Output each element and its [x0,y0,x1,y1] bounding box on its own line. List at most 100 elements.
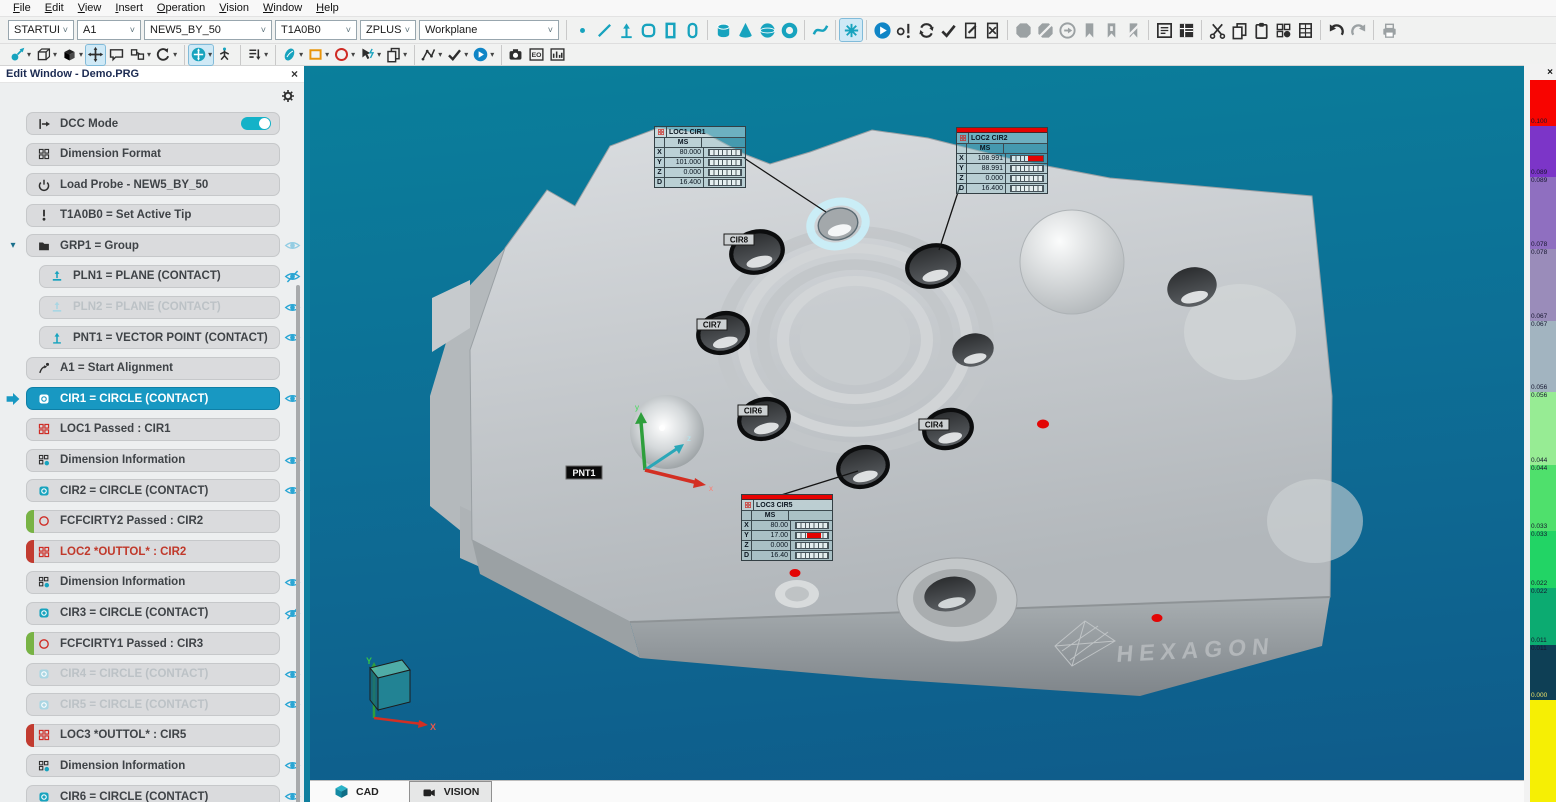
eye-toggle[interactable] [280,452,304,469]
menu-help[interactable]: Help [309,2,346,14]
comment-icon[interactable] [107,45,126,65]
measurement-label-loc3[interactable]: LOC3 CIR5MSX80.00Y17.00Z0.000D16.40 [741,494,833,561]
tab-cad[interactable]: CAD [322,782,391,802]
command-loc1[interactable]: LOC1 Passed : CIR1 [26,418,280,441]
point-tag-pnt1[interactable]: PNT1 [566,466,602,479]
menu-edit[interactable]: Edit [38,2,71,14]
continue-icon[interactable] [1056,19,1078,41]
part-body[interactable] [430,128,1332,696]
camera-icon[interactable] [506,45,525,65]
quick-fix-icon[interactable]: ▾ [358,45,382,65]
command-fcfcirty1[interactable]: FCFCIRTY1 Passed : CIR3 [26,632,280,655]
report-table-icon[interactable] [1175,19,1197,41]
dropdown-a1[interactable]: A1˅ [77,20,141,40]
histogram-icon[interactable] [548,45,567,65]
done-check-icon[interactable] [937,19,959,41]
menu-window[interactable]: Window [256,2,309,14]
line-icon[interactable] [593,19,615,41]
move-probe-icon[interactable]: ▾ [189,45,213,65]
dropdown-new5_by_50[interactable]: NEW5_BY_50˅ [144,20,272,40]
copy-pattern-icon[interactable]: ▾ [384,45,408,65]
eye-toggle[interactable] [280,329,304,346]
feature-tag-cir6[interactable]: CIR6 [738,405,768,416]
point-icon[interactable] [571,19,593,41]
rotate-icon[interactable]: ▾ [154,45,178,65]
command-dimension[interactable]: Dimension Information [26,754,280,777]
dropdown-workplane[interactable]: Workplane˅ [419,20,559,40]
square-slot-icon[interactable] [659,19,681,41]
edit-doc-icon[interactable] [959,19,981,41]
paste-icon[interactable] [1250,19,1272,41]
panel-scrollbar[interactable] [296,285,300,802]
measurement-label-loc2[interactable]: LOC2 CIR2MSX108.991Y88.991Z0.000D16.400 [956,127,1048,194]
copy-icon[interactable] [1228,19,1250,41]
eye-toggle[interactable] [280,482,304,499]
command-a1[interactable]: A1 = Start Alignment [26,357,280,380]
feature-tag-cir8[interactable]: CIR8 [724,234,754,245]
menu-view[interactable]: View [71,2,109,14]
circle-feature-icon[interactable] [637,19,659,41]
confirm-icon[interactable]: ▾ [445,45,469,65]
countersunk-hole[interactable] [775,580,819,608]
stop-icon[interactable] [1012,19,1034,41]
execute-icon[interactable] [871,19,893,41]
menu-file[interactable]: File [6,2,38,14]
marker-skip-icon[interactable] [1122,19,1144,41]
close-icon[interactable]: × [1547,67,1553,78]
cylinder-icon[interactable] [712,19,734,41]
report-eo-icon[interactable]: EO [527,45,546,65]
command-t1a0b0[interactable]: T1A0B0 = Set Active Tip [26,204,280,227]
eye-toggle[interactable] [280,237,304,254]
vector-point-icon[interactable] [615,19,637,41]
eye-toggle[interactable] [280,757,304,774]
measurement-label-loc1[interactable]: LOC1 CIR1MSX80.000Y101.000Z0.000D16.400 [654,126,746,188]
feature-list-icon[interactable]: ▾ [245,45,269,65]
marker-icon[interactable] [1078,19,1100,41]
surface-lobe-icon[interactable]: ▾ [280,45,304,65]
play-small-icon[interactable]: ▾ [471,45,495,65]
execute-feature-icon[interactable] [893,19,915,41]
command-cir4[interactable]: CIR4 = CIRCLE (CONTACT) [26,663,280,686]
command-pln2[interactable]: PLN2 = PLANE (CONTACT) [39,296,280,319]
cone-icon[interactable] [734,19,756,41]
loop-icon[interactable] [915,19,937,41]
rect-zone-icon[interactable]: ▾ [306,45,330,65]
curve-icon[interactable] [809,19,831,41]
auto-feature-icon[interactable] [840,19,862,41]
command-dimension[interactable]: Dimension Format [26,143,280,166]
eye-toggle[interactable] [280,696,304,713]
command-loc2[interactable]: LOC2 *OUTTOL* : CIR2 [26,540,280,563]
dropdown-startup[interactable]: STARTUP˅ [8,20,74,40]
probe-tree-icon[interactable] [215,45,234,65]
command-cir6[interactable]: CIR6 = CIRCLE (CONTACT) [26,785,280,802]
pan-icon[interactable] [86,45,105,65]
optimize-path-icon[interactable]: ▾ [128,45,152,65]
command-pln1[interactable]: PLN1 = PLANE (CONTACT) [39,265,280,288]
feature-tag-cir7[interactable]: CIR7 [697,319,727,330]
eye-toggle[interactable] [280,574,304,591]
print-icon[interactable] [1378,19,1400,41]
sphere-icon[interactable] [756,19,778,41]
redo-icon[interactable] [1347,19,1369,41]
menu-insert[interactable]: Insert [108,2,150,14]
gear-icon[interactable] [280,88,296,104]
eye-slash-toggle[interactable] [280,268,304,285]
command-dimension[interactable]: Dimension Information [26,571,280,594]
close-icon[interactable]: × [291,67,298,81]
eye-toggle[interactable] [280,666,304,683]
path-lines-icon[interactable]: ▾ [419,45,443,65]
undo-icon[interactable] [1325,19,1347,41]
caret-down-icon[interactable]: ▾ [10,240,15,251]
cad-canvas[interactable]: HEXAGON CIR8 CIR7 CIR6 CIR4 PNT1 y z x [310,66,1524,780]
dcc-mode-toggle[interactable] [241,117,271,130]
command-fcfcirty2[interactable]: FCFCIRTY2 Passed : CIR2 [26,510,280,533]
command-pnt1[interactable]: PNT1 = VECTOR POINT (CONTACT) [39,326,280,349]
cad-viewport[interactable]: HEXAGON CIR8 CIR7 CIR6 CIR4 PNT1 y z x [310,66,1524,780]
stop-disabled-icon[interactable] [1034,19,1056,41]
grid-icon[interactable] [1294,19,1316,41]
counterbore-boss[interactable] [897,558,1017,642]
report-icon[interactable] [1153,19,1175,41]
eye-toggle[interactable] [280,390,304,407]
command-cir5[interactable]: CIR5 = CIRCLE (CONTACT) [26,693,280,716]
command-cir2[interactable]: CIR2 = CIRCLE (CONTACT) [26,479,280,502]
